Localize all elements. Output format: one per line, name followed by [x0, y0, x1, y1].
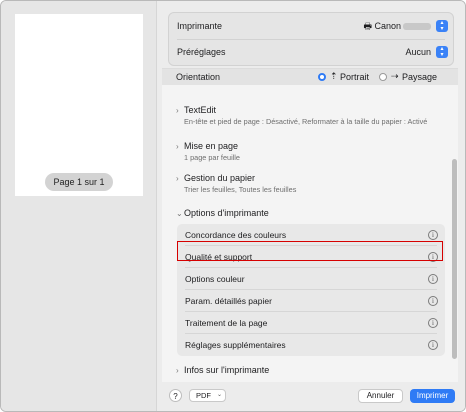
help-button[interactable]: ? — [169, 389, 182, 402]
section-textedit-summary: En-tête et pied de page : Désactivé, Ref… — [184, 117, 428, 126]
chevron-down-icon: ⌄ — [216, 392, 222, 398]
list-item[interactable]: Param. détaillés papier i — [177, 290, 445, 312]
preview-pane: Page 1 sur 1 — [1, 1, 157, 411]
list-item-label: Options couleur — [185, 274, 245, 284]
section-paper-handling-summary: Trier les feuilles, Toutes les feuilles — [184, 185, 297, 194]
landscape-label[interactable]: Paysage — [402, 72, 437, 82]
printer-popup-chevron-icon[interactable]: ▴ ▾ — [436, 20, 448, 32]
presets-value[interactable]: Aucun — [405, 39, 431, 65]
list-item[interactable]: Options couleur i — [177, 268, 445, 290]
section-paper-handling-title: Gestion du papier — [184, 173, 256, 183]
orientation-label: Orientation — [176, 72, 221, 82]
chevron-down-icon: ⌄ — [176, 209, 183, 218]
presets-label: Préréglages — [177, 47, 226, 57]
info-icon[interactable]: i — [428, 274, 438, 284]
print-button[interactable]: Imprimer — [410, 389, 455, 403]
section-textedit-title: TextEdit — [184, 105, 217, 115]
page-preview — [15, 14, 143, 196]
list-item-label: Param. détaillés papier — [185, 296, 272, 306]
chevron-right-icon: › — [176, 106, 179, 115]
pdf-label: PDF — [196, 391, 211, 400]
section-printer-options-title: Options d'imprimante — [184, 208, 269, 218]
cancel-button[interactable]: Annuler — [358, 389, 403, 403]
list-item-label: Réglages supplémentaires — [185, 340, 286, 350]
section-printer-info[interactable]: › Infos sur l'imprimante — [176, 365, 269, 375]
section-layout-summary: 1 page par feuille — [184, 153, 240, 162]
info-icon[interactable]: i — [428, 340, 438, 350]
info-icon[interactable]: i — [428, 318, 438, 328]
scrollbar-thumb[interactable] — [452, 159, 457, 359]
printer-value[interactable]: 🖶 Canon — [363, 13, 431, 39]
portrait-label[interactable]: Portrait — [340, 72, 369, 82]
list-item[interactable]: Réglages supplémentaires i — [177, 334, 445, 356]
section-textedit[interactable]: › TextEdit — [176, 105, 216, 115]
pdf-menu-button[interactable]: PDF ⌄ — [189, 389, 226, 402]
print-dialog: Page 1 sur 1 Imprimante 🖶 Canon ▴ ▾ Préré… — [0, 0, 466, 412]
chevron-right-icon: › — [176, 174, 179, 183]
orientation-row: Orientation ⇡ Portrait ⇢ Paysage — [162, 69, 458, 85]
scrollbar[interactable] — [451, 159, 458, 359]
presets-row[interactable]: Préréglages Aucun ▴ ▾ — [169, 39, 453, 65]
portrait-icon: ⇡ — [330, 71, 338, 81]
section-paper-handling[interactable]: › Gestion du papier — [176, 173, 255, 183]
chevron-right-icon: › — [176, 142, 179, 151]
presets-popup-chevron-icon[interactable]: ▴ ▾ — [436, 46, 448, 58]
info-icon[interactable]: i — [428, 296, 438, 306]
landscape-icon: ⇢ — [391, 71, 399, 81]
list-item[interactable]: Traitement de la page i — [177, 312, 445, 334]
footer-bar: ? PDF ⌄ Annuler Imprimer — [157, 382, 465, 411]
printer-icon: 🖶 — [363, 21, 372, 31]
printer-name: Canon — [374, 21, 401, 31]
printer-label: Imprimante — [177, 21, 223, 31]
redacted-model — [403, 23, 431, 31]
highlight-box — [177, 241, 443, 261]
list-item-label: Traitement de la page — [185, 318, 268, 328]
portrait-radio[interactable] — [318, 73, 326, 81]
info-icon[interactable]: i — [428, 230, 438, 240]
section-layout-title: Mise en page — [184, 141, 239, 151]
page-indicator: Page 1 sur 1 — [45, 173, 113, 191]
options-scroll-area: Orientation ⇡ Portrait ⇢ Paysage › TextEd… — [162, 68, 458, 383]
printer-row[interactable]: Imprimante 🖶 Canon ▴ ▾ — [169, 13, 453, 39]
printer-settings-box: Imprimante 🖶 Canon ▴ ▾ Préréglages Aucun … — [168, 12, 454, 66]
landscape-radio[interactable] — [379, 73, 387, 81]
settings-pane: Imprimante 🖶 Canon ▴ ▾ Préréglages Aucun … — [157, 1, 465, 411]
section-printer-info-title: Infos sur l'imprimante — [184, 365, 270, 375]
section-printer-options[interactable]: ⌄Options d'imprimante — [176, 208, 269, 218]
chevron-right-icon: › — [176, 366, 179, 375]
section-layout[interactable]: › Mise en page — [176, 141, 238, 151]
